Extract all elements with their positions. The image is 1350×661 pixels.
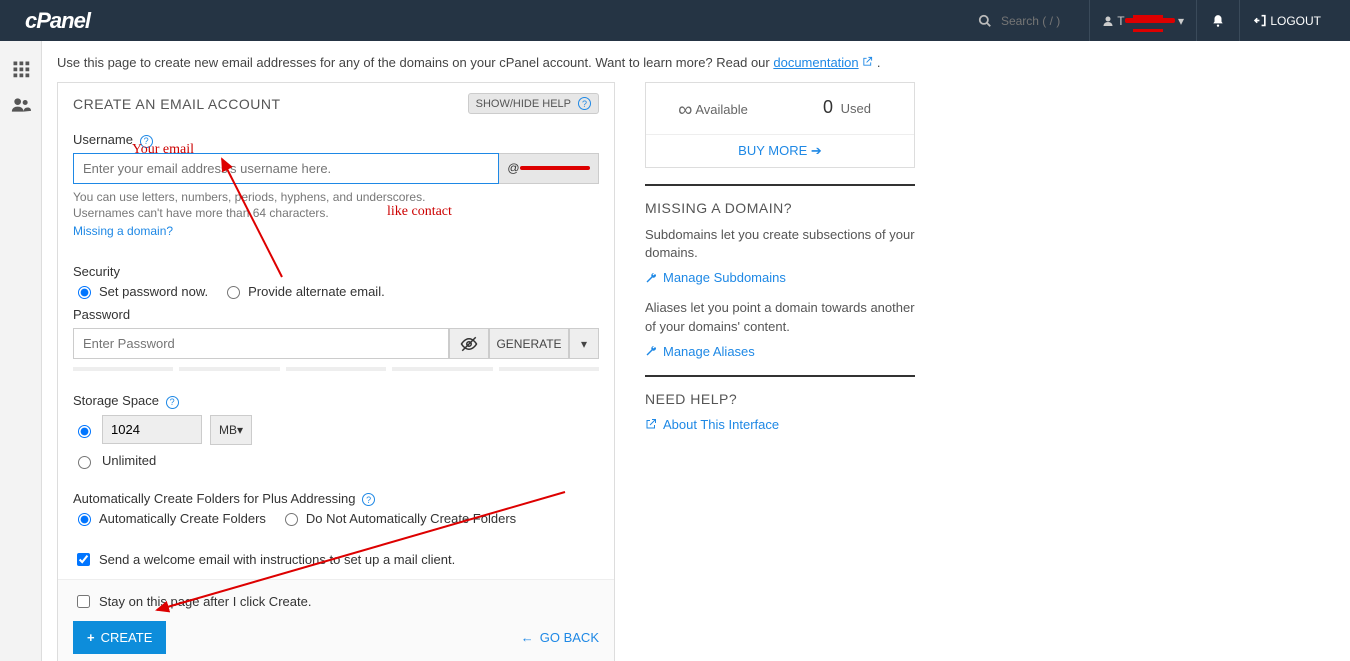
radio-plus-no-auto[interactable]: Do Not Automatically Create Folders bbox=[280, 510, 516, 526]
external-link-icon bbox=[862, 56, 873, 67]
toggle-password-visibility-button[interactable] bbox=[449, 328, 489, 359]
need-help-title: NEED HELP? bbox=[645, 391, 915, 407]
radio-storage-limited[interactable] bbox=[78, 425, 91, 438]
sidebar bbox=[0, 41, 42, 661]
help-icon[interactable]: ? bbox=[166, 396, 179, 409]
username-label: Username ? bbox=[73, 132, 599, 148]
checkbox-stay-on-page[interactable] bbox=[77, 595, 90, 608]
create-email-panel: CREATE AN EMAIL ACCOUNT SHOW/HIDE HELP? … bbox=[57, 82, 615, 661]
buy-more-link[interactable]: BUY MORE ➔ bbox=[738, 143, 822, 158]
user-icon bbox=[1102, 15, 1114, 27]
about-interface-link[interactable]: About This Interface bbox=[645, 417, 915, 432]
wrench-icon bbox=[645, 272, 657, 284]
user-menu[interactable]: T ▾ bbox=[1089, 0, 1196, 41]
radio-set-password[interactable]: Set password now. bbox=[73, 283, 208, 299]
stats-card: ∞ Available 0 Used BUY MORE ➔ bbox=[645, 82, 915, 168]
aliases-desc: Aliases let you point a domain towards a… bbox=[645, 299, 915, 335]
username-input[interactable] bbox=[73, 153, 499, 184]
help-icon: ? bbox=[578, 97, 591, 110]
caret-down-icon: ▾ bbox=[581, 337, 587, 351]
storage-unit-select[interactable]: MB ▾ bbox=[210, 415, 252, 445]
search-area[interactable] bbox=[978, 13, 1079, 29]
storage-unlimited-label: Unlimited bbox=[102, 453, 156, 468]
security-label: Security bbox=[73, 264, 599, 279]
storage-value-input[interactable] bbox=[102, 415, 202, 444]
arrow-circle-right-icon: ➔ bbox=[811, 143, 822, 158]
manage-aliases-link[interactable]: Manage Aliases bbox=[645, 344, 915, 359]
infinity-icon: ∞ bbox=[678, 99, 692, 122]
subdomains-desc: Subdomains let you create subsections of… bbox=[645, 226, 915, 262]
bell-icon bbox=[1211, 14, 1225, 28]
sidebar-item-apps[interactable] bbox=[0, 51, 41, 87]
username-hint: You can use letters, numbers, periods, h… bbox=[73, 189, 599, 223]
radio-alternate-email[interactable]: Provide alternate email. bbox=[222, 283, 385, 299]
logout-label: LOGOUT bbox=[1270, 14, 1321, 28]
missing-domain-title: MISSING A DOMAIN? bbox=[645, 200, 915, 216]
password-strength-meter bbox=[73, 367, 599, 371]
radio-storage-unlimited[interactable] bbox=[78, 456, 91, 469]
password-input[interactable] bbox=[73, 328, 449, 359]
plus-addressing-label: Automatically Create Folders for Plus Ad… bbox=[73, 491, 599, 507]
domain-redacted bbox=[520, 163, 590, 173]
stay-on-page-label: Stay on this page after I click Create. bbox=[99, 594, 311, 609]
intro-text: Use this page to create new email addres… bbox=[57, 55, 1335, 70]
password-label: Password bbox=[73, 307, 599, 322]
plus-icon: + bbox=[87, 630, 95, 645]
stat-available: ∞ Available bbox=[646, 83, 780, 134]
eye-slash-icon bbox=[460, 335, 478, 353]
go-back-link[interactable]: ←GO BACK bbox=[521, 630, 599, 645]
user-redacted bbox=[1125, 15, 1175, 27]
manage-subdomains-link[interactable]: Manage Subdomains bbox=[645, 270, 915, 285]
sidebar-item-users[interactable] bbox=[0, 87, 41, 123]
notifications-button[interactable] bbox=[1196, 0, 1239, 41]
logout-icon bbox=[1254, 14, 1267, 27]
create-button[interactable]: +CREATE bbox=[73, 621, 166, 654]
missing-domain-link[interactable]: Missing a domain? bbox=[73, 224, 173, 238]
search-input[interactable] bbox=[999, 13, 1079, 29]
show-hide-help-button[interactable]: SHOW/HIDE HELP? bbox=[468, 93, 599, 114]
generate-password-button[interactable]: GENERATE bbox=[489, 328, 569, 359]
arrow-left-icon: ← bbox=[521, 630, 534, 645]
checkbox-welcome-email[interactable] bbox=[77, 553, 90, 566]
external-link-icon bbox=[645, 418, 657, 430]
users-icon bbox=[11, 96, 31, 114]
grid-icon bbox=[12, 60, 30, 78]
radio-plus-auto[interactable]: Automatically Create Folders bbox=[73, 510, 266, 526]
content: Use this page to create new email addres… bbox=[42, 41, 1350, 661]
domain-select[interactable]: @ bbox=[499, 153, 599, 184]
stat-used: 0 Used bbox=[780, 83, 914, 134]
panel-title: CREATE AN EMAIL ACCOUNT bbox=[73, 96, 281, 112]
storage-label: Storage Space ? bbox=[73, 393, 599, 409]
help-icon[interactable]: ? bbox=[140, 135, 153, 148]
documentation-link[interactable]: documentation bbox=[773, 55, 858, 70]
caret-down-icon: ▾ bbox=[1178, 14, 1184, 28]
help-icon[interactable]: ? bbox=[362, 493, 375, 506]
generate-dropdown-button[interactable]: ▾ bbox=[569, 328, 599, 359]
welcome-email-label: Send a welcome email with instructions t… bbox=[99, 552, 455, 567]
cpanel-logo: cPanel bbox=[25, 8, 90, 34]
wrench-icon bbox=[645, 345, 657, 357]
logout-button[interactable]: LOGOUT bbox=[1239, 0, 1335, 41]
topbar: cPanel T ▾ LOGOUT bbox=[0, 0, 1350, 41]
search-icon bbox=[978, 14, 992, 28]
